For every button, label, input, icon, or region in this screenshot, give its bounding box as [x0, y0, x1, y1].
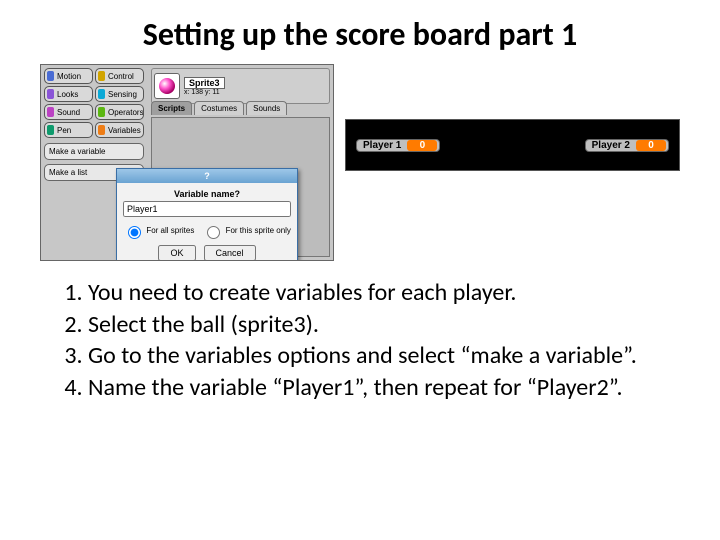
instruction-item: Go to the variables options and select “…: [88, 342, 680, 370]
sprite-name: Sprite3: [184, 77, 225, 89]
score-label: Player 1: [363, 140, 401, 151]
palette-pen[interactable]: Pen: [44, 122, 93, 138]
cancel-button[interactable]: Cancel: [204, 245, 256, 261]
score-player2: Player 2 0: [585, 139, 669, 152]
page-title: Setting up the score board part 1: [40, 15, 680, 54]
score-player1: Player 1 0: [356, 139, 440, 152]
sprite-pos: x: 138 y: 11: [184, 89, 225, 96]
figure-row: MotionControlLooksSensingSoundOperatorsP…: [40, 64, 680, 259]
new-variable-dialog: ? Variable name? For all sprites For thi…: [116, 168, 298, 261]
palette-control[interactable]: Control: [95, 68, 144, 84]
dialog-title: ?: [117, 169, 297, 183]
stage-preview: Player 1 0 Player 2 0: [345, 119, 680, 171]
editor-tabs: ScriptsCostumesSounds: [151, 101, 289, 115]
ball-icon: [159, 78, 175, 94]
variable-name-field[interactable]: [123, 201, 291, 217]
palette-motion[interactable]: Motion: [44, 68, 93, 84]
instruction-item: Select the ball (sprite3).: [88, 311, 680, 339]
palette-sound[interactable]: Sound: [44, 104, 93, 120]
block-palette: MotionControlLooksSensingSoundOperatorsP…: [44, 68, 144, 138]
scratch-editor: MotionControlLooksSensingSoundOperatorsP…: [40, 64, 334, 261]
palette-operators[interactable]: Operators: [95, 104, 144, 120]
dialog-prompt: Variable name?: [123, 189, 291, 199]
instruction-item: You need to create variables for each pl…: [88, 279, 680, 307]
instruction-item: Name the variable “Player1”, then repeat…: [88, 374, 680, 402]
score-value: 0: [407, 140, 437, 151]
palette-looks[interactable]: Looks: [44, 86, 93, 102]
radio-all-sprites[interactable]: For all sprites: [123, 223, 194, 239]
sprite-thumbnail: [154, 73, 180, 99]
make-variable-button[interactable]: Make a variable: [44, 143, 144, 160]
palette-variables[interactable]: Variables: [95, 122, 144, 138]
radio-this-sprite[interactable]: For this sprite only: [202, 223, 291, 239]
tab-costumes[interactable]: Costumes: [194, 101, 244, 115]
tab-scripts[interactable]: Scripts: [151, 101, 192, 115]
ok-button[interactable]: OK: [158, 245, 195, 261]
score-label: Player 2: [592, 140, 630, 151]
sprite-header: Sprite3 x: 138 y: 11: [151, 68, 330, 104]
tab-sounds[interactable]: Sounds: [246, 101, 287, 115]
instruction-list: You need to create variables for each pl…: [60, 279, 680, 401]
score-value: 0: [636, 140, 666, 151]
palette-sensing[interactable]: Sensing: [95, 86, 144, 102]
